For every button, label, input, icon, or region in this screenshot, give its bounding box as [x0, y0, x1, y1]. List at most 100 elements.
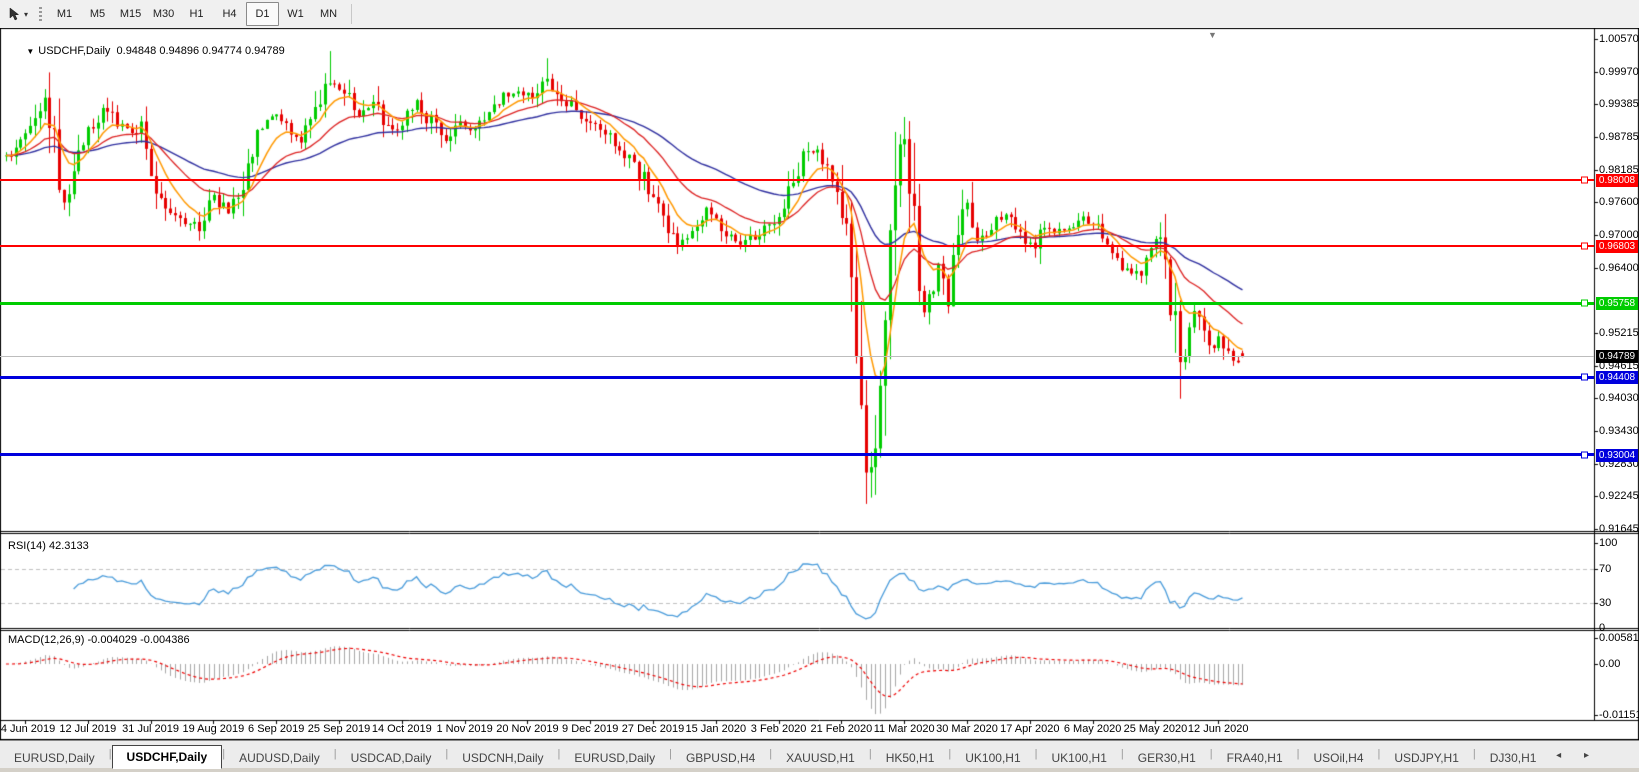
ohlc-close: 0.94789	[245, 45, 285, 57]
macd-main-value: -0.004029	[87, 634, 137, 646]
rsi-value: 42.3133	[49, 540, 89, 552]
chart-tab-audusd-daily[interactable]: AUDUSD,Daily	[225, 748, 334, 769]
date-axis-label: 20 Nov 2019	[496, 723, 558, 735]
chart-tab-ger30-h1[interactable]: GER30,H1	[1124, 748, 1210, 769]
line-price-tag: 0.94408	[1596, 371, 1638, 384]
date-axis-label: 27 Dec 2019	[622, 723, 684, 735]
toolbar-separator	[351, 4, 352, 24]
line-drag-handle[interactable]	[1581, 374, 1588, 381]
chart-tab-xauusd-h1[interactable]: XAUUSD,H1	[772, 748, 869, 769]
chart-tab-usoil-h4[interactable]: USOil,H4	[1300, 748, 1378, 769]
tab-scroll-arrows[interactable]: ◂ ▸	[1556, 750, 1599, 761]
line-price-tag: 0.96803	[1596, 240, 1638, 253]
timeframe-button-h4[interactable]: H4	[213, 2, 246, 26]
support-resistance-line[interactable]	[0, 376, 1594, 379]
chart-tab-bar: EURUSD,Daily|USDCHF,Daily|AUDUSD,Daily|U…	[0, 740, 1639, 769]
chart-tab-dj30-h1[interactable]: DJ30,H1	[1476, 748, 1551, 769]
line-drag-handle[interactable]	[1581, 242, 1588, 249]
collapse-triangle-icon[interactable]: ▼	[26, 47, 34, 56]
date-axis-label: 21 Feb 2020	[811, 723, 873, 735]
price-axis-tick-label: 0.95215	[1599, 327, 1639, 339]
price-axis-tick-label: 0.94030	[1599, 392, 1639, 404]
line-drag-handle[interactable]	[1581, 300, 1588, 307]
timeframe-toolbar: ▾ M1M5M15M30H1H4D1W1MN	[0, 0, 1639, 29]
timeframe-button-mn[interactable]: MN	[312, 2, 345, 26]
line-price-tag: 0.95758	[1596, 297, 1638, 310]
date-axis-label: 12 Jun 2020	[1188, 723, 1249, 735]
chart-tab-uk100-h1[interactable]: UK100,H1	[951, 748, 1034, 769]
macd-axis-tick-label: -0.011514	[1599, 709, 1639, 721]
rsi-indicator-label: RSI(14) 42.3133	[8, 540, 89, 552]
timeframe-button-w1[interactable]: W1	[279, 2, 312, 26]
macd-signal-value: -0.004386	[140, 634, 190, 646]
date-axis-label: 24 Jun 2019	[0, 723, 55, 735]
chart-tab-usdcnh-daily[interactable]: USDCNH,Daily	[448, 748, 557, 769]
chart-shift-marker-icon[interactable]: ▼	[1208, 30, 1217, 40]
mt4-application-window: ▾ M1M5M15M30H1H4D1W1MN ▼ USDCHF,Daily 0.9…	[0, 0, 1639, 772]
price-axis-tick-label: 0.93430	[1599, 425, 1639, 437]
rsi-axis-tick-label: 100	[1599, 537, 1617, 549]
rsi-axis-tick-label: 30	[1599, 597, 1611, 609]
chart-tab-gbpusd-h4[interactable]: GBPUSD,H4	[672, 748, 769, 769]
macd-axis-tick-label: 0.00	[1599, 658, 1620, 670]
support-resistance-line[interactable]	[0, 245, 1594, 247]
date-axis-label: 25 May 2020	[1124, 723, 1188, 735]
timeframe-button-h1[interactable]: H1	[180, 2, 213, 26]
price-axis-tick-label: 0.99970	[1599, 66, 1639, 78]
rsi-axis-tick-label: 70	[1599, 563, 1611, 575]
date-axis-label: 30 Mar 2020	[936, 723, 998, 735]
timeframe-button-m1[interactable]: M1	[48, 2, 81, 26]
toolbar-grip-handle[interactable]	[39, 5, 42, 23]
line-price-tag: 0.93004	[1596, 449, 1638, 462]
price-axis-tick-label: 1.00570	[1599, 33, 1639, 45]
chart-tab-hk50-h1[interactable]: HK50,H1	[872, 748, 949, 769]
date-axis-label: 12 Jul 2019	[59, 723, 116, 735]
macd-indicator-label: MACD(12,26,9) -0.004029 -0.004386	[8, 634, 190, 646]
window-bottom-strip	[0, 768, 1639, 772]
ohlc-high: 0.94896	[159, 45, 199, 57]
current-price-tag: 0.94789	[1596, 350, 1638, 363]
date-axis-label: 31 Jul 2019	[122, 723, 179, 735]
chart-tab-eurusd-daily[interactable]: EURUSD,Daily	[560, 748, 669, 769]
date-axis-label: 11 Mar 2020	[874, 723, 935, 735]
chart-tab-uk100-h1[interactable]: UK100,H1	[1038, 748, 1121, 769]
ohlc-low: 0.94774	[202, 45, 242, 57]
timeframe-button-d1[interactable]: D1	[246, 2, 279, 26]
date-axis-label: 6 May 2020	[1064, 723, 1121, 735]
date-axis-label: 1 Nov 2019	[436, 723, 492, 735]
price-axis-tick-label: 0.97600	[1599, 196, 1639, 208]
chevron-down-icon[interactable]: ▾	[24, 10, 28, 19]
cursor-tool-button[interactable]: ▾	[4, 5, 31, 24]
price-axis-tick-label: 0.91645	[1599, 523, 1639, 535]
current-price-line	[0, 356, 1594, 357]
price-axis-tick-label: 0.96400	[1599, 262, 1639, 274]
date-axis-label: 14 Oct 2019	[372, 723, 432, 735]
line-drag-handle[interactable]	[1581, 176, 1588, 183]
support-resistance-line[interactable]	[0, 302, 1594, 305]
line-drag-handle[interactable]	[1581, 451, 1588, 458]
chart-tab-eurusd-daily[interactable]: EURUSD,Daily	[0, 748, 109, 769]
chart-window: ▼USDCHF,Daily 0.94848 0.94896 0.94774 0.…	[0, 28, 1639, 740]
chart-tab-usdcad-daily[interactable]: USDCAD,Daily	[337, 748, 446, 769]
timeframe-button-m5[interactable]: M5	[81, 2, 114, 26]
timeframe-button-m15[interactable]: M15	[114, 2, 147, 26]
chart-title: ▼USDCHF,Daily 0.94848 0.94896 0.94774 0.…	[8, 33, 285, 69]
date-axis-label: 25 Sep 2019	[308, 723, 370, 735]
chart-symbol-period: USDCHF,Daily	[38, 45, 110, 57]
macd-axis-tick-label: 0.005818	[1599, 632, 1639, 644]
date-axis-label: 9 Dec 2019	[562, 723, 618, 735]
date-axis-label: 6 Sep 2019	[248, 723, 304, 735]
date-axis-label: 15 Jan 2020	[686, 723, 747, 735]
price-axis-tick-label: 0.99385	[1599, 98, 1639, 110]
timeframe-button-group: M1M5M15M30H1H4D1W1MN	[48, 2, 345, 26]
line-price-tag: 0.98008	[1596, 174, 1638, 187]
support-resistance-line[interactable]	[0, 453, 1594, 456]
timeframe-button-m30[interactable]: M30	[147, 2, 180, 26]
support-resistance-line[interactable]	[0, 179, 1594, 181]
chart-tab-usdjpy-h1[interactable]: USDJPY,H1	[1380, 748, 1472, 769]
chart-tab-usdchf-daily[interactable]: USDCHF,Daily	[112, 745, 223, 769]
price-axis-tick-label: 0.92245	[1599, 490, 1639, 502]
date-axis-label: 3 Feb 2020	[751, 723, 807, 735]
chart-tab-fra40-h1[interactable]: FRA40,H1	[1213, 748, 1297, 769]
price-chart-canvas[interactable]	[0, 28, 1639, 740]
